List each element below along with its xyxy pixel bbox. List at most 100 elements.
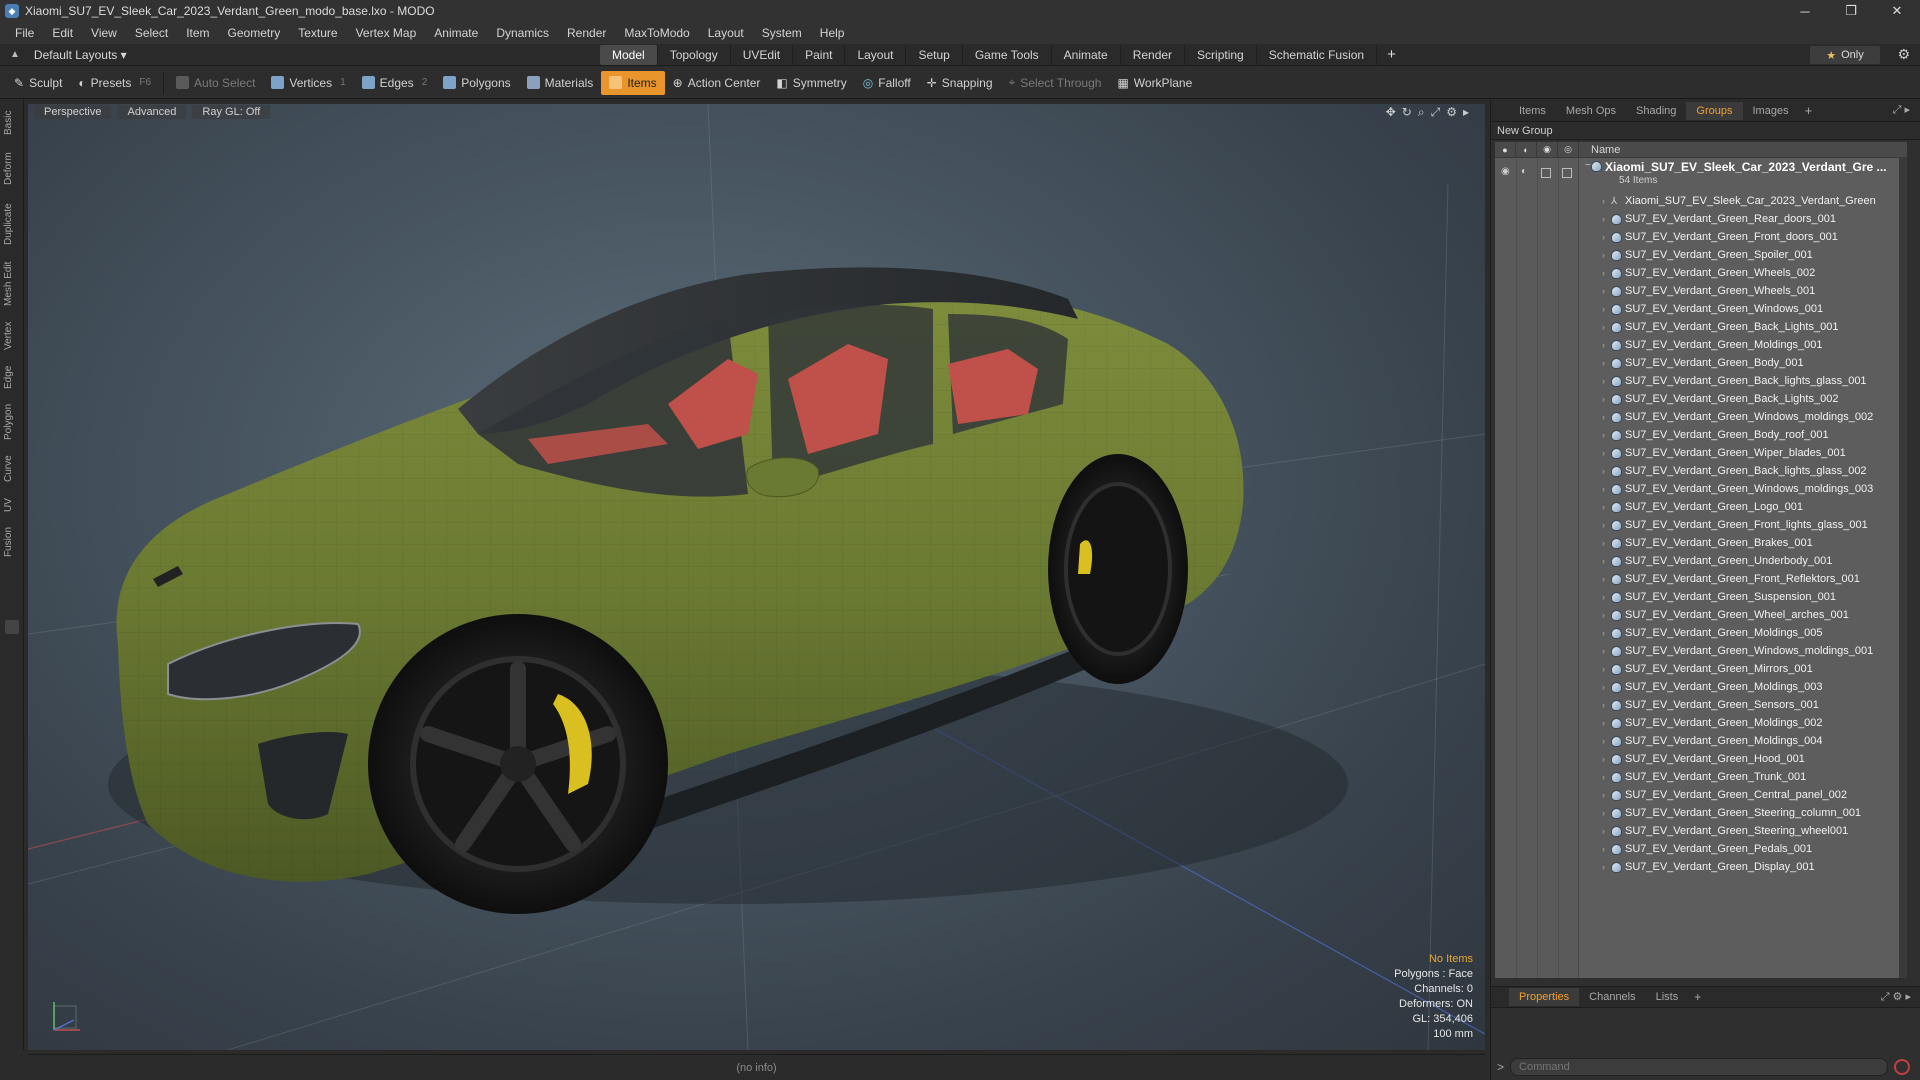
expand-arrow-icon[interactable]: › — [1591, 718, 1605, 728]
snapping-button[interactable]: ✛ Snapping — [919, 71, 1001, 95]
list-item[interactable]: › SU7_EV_Verdant_Green_Front_doors_001 — [1579, 228, 1907, 246]
panel-toggle-icon[interactable] — [5, 620, 19, 634]
expand-properties-icon[interactable]: ⤢ ⚙ ▸ — [1881, 990, 1911, 1004]
expand-arrow-icon[interactable]: › — [1591, 394, 1605, 404]
gear-icon[interactable]: ⚙ — [1897, 46, 1910, 63]
symmetry-button[interactable]: ◧ Symmetry — [768, 71, 854, 95]
lock-column-icon[interactable]: ◐ — [1516, 142, 1537, 158]
list-item[interactable]: › SU7_EV_Verdant_Green_Back_Lights_002 — [1579, 390, 1907, 408]
menu-select[interactable]: Select — [126, 22, 177, 44]
expand-arrow-icon[interactable]: › — [1591, 358, 1605, 368]
vtab-edge[interactable]: Edge — [3, 360, 21, 394]
layout-selector[interactable]: ▲ Default Layouts ▾ — [0, 48, 600, 62]
list-item[interactable]: › SU7_EV_Verdant_Green_Rear_doors_001 — [1579, 210, 1907, 228]
action-center-button[interactable]: ⊕ Action Center — [665, 71, 769, 95]
expand-arrow-icon[interactable]: › — [1591, 322, 1605, 332]
list-item[interactable]: › SU7_EV_Verdant_Green_Wheel_arches_001 — [1579, 606, 1907, 624]
maximize-button[interactable]: ❐ — [1828, 0, 1874, 22]
tab-topology[interactable]: Topology — [658, 44, 731, 65]
expand-arrow-icon[interactable]: › — [1591, 754, 1605, 764]
list-item[interactable]: › SU7_EV_Verdant_Green_Moldings_001 — [1579, 336, 1907, 354]
select-checkbox[interactable] — [1541, 168, 1551, 178]
list-item[interactable]: › SU7_EV_Verdant_Green_Spoiler_001 — [1579, 246, 1907, 264]
vtab-basic[interactable]: Basic — [3, 104, 21, 142]
3d-viewport[interactable]: Perspective Advanced Ray GL: Off ✥ ↻ ⌕ ⤢… — [28, 104, 1485, 1050]
list-item[interactable]: › SU7_EV_Verdant_Green_Steering_column_00… — [1579, 804, 1907, 822]
menu-item[interactable]: Item — [177, 22, 218, 44]
list-item[interactable]: › SU7_EV_Verdant_Green_Back_Lights_001 — [1579, 318, 1907, 336]
command-input[interactable] — [1510, 1058, 1889, 1076]
auto-select-button[interactable]: Auto Select — [168, 71, 263, 95]
menu-render[interactable]: Render — [558, 22, 615, 44]
vtab-curve[interactable]: Curve — [3, 450, 21, 488]
menu-vertex-map[interactable]: Vertex Map — [347, 22, 426, 44]
menu-texture[interactable]: Texture — [289, 22, 346, 44]
list-item[interactable]: › SU7_EV_Verdant_Green_Front_Reflektors_0… — [1579, 570, 1907, 588]
expand-arrow-icon[interactable]: › — [1591, 610, 1605, 620]
expand-arrow-icon[interactable]: › — [1591, 628, 1605, 638]
visibility-column-icon[interactable]: ● — [1495, 142, 1516, 158]
list-item[interactable]: › SU7_EV_Verdant_Green_Windows_moldings_0… — [1579, 480, 1907, 498]
add-tab-button[interactable]: + — [1377, 46, 1406, 63]
list-item[interactable]: › SU7_EV_Verdant_Green_Underbody_001 — [1579, 552, 1907, 570]
list-item[interactable]: › SU7_EV_Verdant_Green_Windows_001 — [1579, 300, 1907, 318]
render-column-icon[interactable]: ◎ — [1558, 142, 1579, 158]
expand-arrow-icon[interactable]: › — [1591, 664, 1605, 674]
expand-arrow-icon[interactable]: › — [1591, 556, 1605, 566]
expand-arrow-icon[interactable]: › — [1591, 574, 1605, 584]
tab-setup[interactable]: Setup — [906, 44, 963, 65]
expand-arrow-icon[interactable]: › — [1591, 538, 1605, 548]
falloff-button[interactable]: ◎ Falloff — [855, 71, 919, 95]
expand-arrow-icon[interactable]: › — [1591, 304, 1605, 314]
expand-arrow-icon[interactable]: › — [1591, 502, 1605, 512]
list-item[interactable]: › SU7_EV_Verdant_Green_Suspension_001 — [1579, 588, 1907, 606]
workplane-button[interactable]: ▦ WorkPlane — [1109, 71, 1200, 95]
vtab-fusion[interactable]: Fusion — [3, 522, 21, 562]
expand-arrow-icon[interactable]: › — [1591, 466, 1605, 476]
render-checkbox[interactable] — [1562, 168, 1572, 178]
expand-arrow-icon[interactable]: › — [1591, 448, 1605, 458]
list-item[interactable]: › SU7_EV_Verdant_Green_Windows_moldings_0… — [1579, 642, 1907, 660]
expand-arrow-icon[interactable]: › — [1591, 214, 1605, 224]
list-item[interactable]: › SU7_EV_Verdant_Green_Windows_moldings_0… — [1579, 408, 1907, 426]
collapse-arrow-icon[interactable]: − — [1585, 160, 1591, 171]
list-item[interactable]: › SU7_EV_Verdant_Green_Moldings_003 — [1579, 678, 1907, 696]
list-item[interactable]: › SU7_EV_Verdant_Green_Back_lights_glass_… — [1579, 462, 1907, 480]
list-item[interactable]: › SU7_EV_Verdant_Green_Mirrors_001 — [1579, 660, 1907, 678]
expand-arrow-icon[interactable]: › — [1591, 376, 1605, 386]
tab-schematic-fusion[interactable]: Schematic Fusion — [1257, 44, 1378, 65]
list-item[interactable]: › SU7_EV_Verdant_Green_Back_lights_glass_… — [1579, 372, 1907, 390]
tab-render[interactable]: Render — [1121, 44, 1186, 65]
expand-arrow-icon[interactable]: › — [1591, 772, 1605, 782]
expand-arrow-icon[interactable]: › — [1591, 646, 1605, 656]
tab-items[interactable]: Items — [1509, 102, 1556, 120]
expand-arrow-icon[interactable]: › — [1591, 484, 1605, 494]
expand-arrow-icon[interactable]: › — [1591, 196, 1605, 206]
list-item[interactable]: › SU7_EV_Verdant_Green_Moldings_005 — [1579, 624, 1907, 642]
list-scrollbar[interactable] — [1899, 158, 1907, 978]
expand-arrow-icon[interactable]: › — [1591, 592, 1605, 602]
tab-properties[interactable]: Properties — [1509, 988, 1580, 1006]
menu-geometry[interactable]: Geometry — [219, 22, 290, 44]
viewport-menu-arrow-icon[interactable]: ▸ — [1463, 105, 1469, 120]
menu-animate[interactable]: Animate — [425, 22, 487, 44]
view-type-button[interactable]: Perspective — [34, 105, 112, 119]
tab-uvedit[interactable]: UVEdit — [731, 44, 794, 65]
expand-arrow-icon[interactable]: › — [1591, 826, 1605, 836]
tab-groups[interactable]: Groups — [1686, 101, 1743, 120]
expand-arrow-icon[interactable]: › — [1591, 790, 1605, 800]
list-item[interactable]: › SU7_EV_Verdant_Green_Steering_wheel001 — [1579, 822, 1907, 840]
shading-mode-button[interactable]: Advanced — [117, 105, 187, 119]
presets-button[interactable]: ◐ Presets F6 — [70, 71, 159, 95]
lock-icon[interactable]: ◐ — [1521, 166, 1527, 177]
list-item[interactable]: › SU7_EV_Verdant_Green_Body_roof_001 — [1579, 426, 1907, 444]
menu-dynamics[interactable]: Dynamics — [487, 22, 558, 44]
sculpt-button[interactable]: ✎ Sculpt — [6, 71, 70, 95]
expand-arrow-icon[interactable]: › — [1591, 286, 1605, 296]
select-column-icon[interactable]: ◉ — [1537, 142, 1558, 158]
vtab-duplicate[interactable]: Duplicate — [3, 196, 21, 252]
items-button[interactable]: Items — [601, 70, 665, 95]
tab-layout[interactable]: Layout — [845, 44, 907, 65]
root-group-row[interactable]: − Xiaomi_SU7_EV_Sleek_Car_2023_Verdant_G… — [1579, 158, 1907, 190]
list-item[interactable]: › SU7_EV_Verdant_Green_Moldings_002 — [1579, 714, 1907, 732]
